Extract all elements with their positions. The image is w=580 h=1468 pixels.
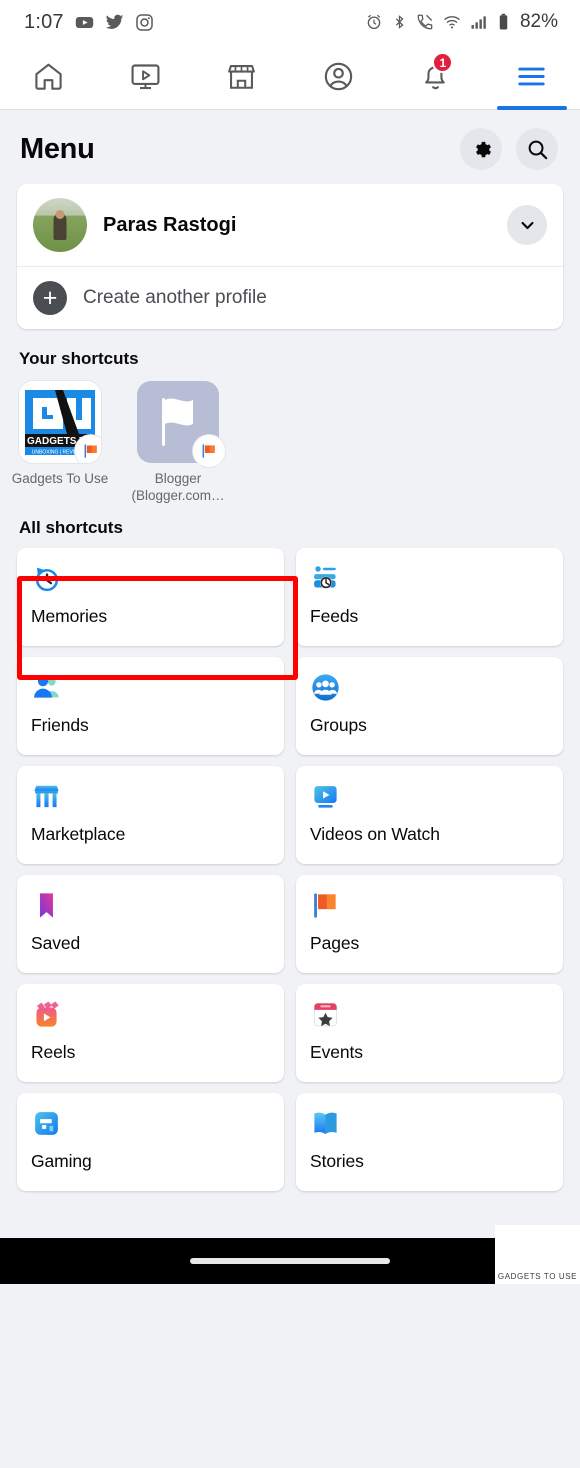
- settings-button[interactable]: [460, 128, 502, 170]
- shortcut-tile-feeds[interactable]: Feeds: [296, 548, 563, 646]
- tile-label: Videos on Watch: [310, 824, 440, 844]
- status-bar-right: 82%: [365, 11, 558, 33]
- page-flag-icon: [84, 444, 97, 458]
- create-profile-label: Create another profile: [83, 287, 267, 308]
- youtube-icon: [75, 16, 93, 28]
- battery-icon: [499, 13, 508, 30]
- tile-label: Memories: [31, 606, 108, 626]
- home-tab[interactable]: [0, 44, 97, 109]
- chevron-down-icon: [520, 221, 534, 229]
- gear-icon: [475, 141, 491, 157]
- your-shortcuts-title: Your shortcuts: [19, 349, 139, 368]
- shortcut-tile-reels[interactable]: Reels: [17, 984, 284, 1082]
- page-flag-badge: [75, 435, 101, 463]
- shortcut-tile-events[interactable]: Events: [296, 984, 563, 1082]
- watermark-text: GADGETS TO USE: [497, 1272, 578, 1281]
- tile-label: Reels: [31, 1042, 76, 1062]
- shortcut-tile-pages[interactable]: Pages: [296, 875, 563, 973]
- reels-icon: [31, 998, 270, 1030]
- person-circle-icon: [324, 62, 353, 91]
- bookmark-icon: [31, 889, 270, 921]
- bluetooth-icon: [395, 15, 404, 29]
- video-tab[interactable]: [97, 44, 194, 109]
- page-flag-icon: [202, 444, 215, 458]
- status-bar-left: 1:07: [24, 11, 154, 34]
- battery-percent: 82%: [519, 11, 558, 32]
- profile-expand-button[interactable]: [507, 205, 547, 245]
- gadgets-to-use-logo: GADGETS TO UNBOXING | REVIEWS |: [19, 381, 101, 463]
- tile-label: Stories: [310, 1151, 364, 1171]
- search-icon: [528, 140, 547, 159]
- status-bar: 1:07 82%: [0, 0, 580, 44]
- shortcut-blogger[interactable]: Blogger (Blogger.com…: [131, 381, 233, 504]
- cellular-signal-icon: [471, 16, 486, 29]
- twitter-icon: [105, 14, 123, 29]
- tile-label: Gaming: [31, 1151, 92, 1171]
- call-mute-icon: [417, 14, 433, 30]
- tile-label: Saved: [31, 933, 81, 953]
- hamburger-icon: [518, 67, 545, 86]
- pages-flag-icon: [310, 889, 549, 921]
- watermark: GADGETS TO USE: [495, 1225, 580, 1284]
- shortcut-label: Gadgets To Use: [11, 471, 109, 486]
- memories-clock-icon: [31, 562, 270, 594]
- marketplace-tab[interactable]: [193, 44, 290, 109]
- profile-row[interactable]: Paras Rastogi: [17, 184, 563, 267]
- shortcut-tile-memories[interactable]: Memories: [17, 548, 284, 646]
- store-icon: [228, 65, 256, 89]
- home-gesture-pill[interactable]: [190, 1258, 390, 1264]
- shortcut-gadgets-to-use[interactable]: GADGETS TO UNBOXING | REVIEWS | Gadgets …: [12, 381, 115, 504]
- tile-label: Feeds: [310, 606, 359, 626]
- your-shortcuts-row: GADGETS TO UNBOXING | REVIEWS | Gadgets …: [12, 381, 563, 504]
- gaming-controller-icon: [31, 1107, 270, 1139]
- header-actions: [460, 128, 558, 170]
- menu-tab[interactable]: [483, 44, 580, 110]
- stories-book-icon: [310, 1107, 549, 1139]
- alarm-icon: [367, 14, 381, 30]
- tile-label: Pages: [310, 933, 360, 953]
- all-shortcuts-grid: Memories Feeds Friends Groups Marketplac: [17, 548, 563, 1191]
- feeds-icon: [310, 562, 549, 594]
- wifi-icon: [444, 16, 460, 29]
- friends-icon: [31, 671, 270, 703]
- top-tab-bar: 1: [0, 44, 580, 110]
- create-another-profile-row[interactable]: + Create another profile: [17, 267, 563, 329]
- blogger-flag-logo: [137, 381, 225, 467]
- marketplace-icon: [31, 780, 270, 812]
- shortcut-tile-stories[interactable]: Stories: [296, 1093, 563, 1191]
- shortcut-tile-friends[interactable]: Friends: [17, 657, 284, 755]
- tile-label: Events: [310, 1042, 363, 1062]
- shortcut-tile-videos-on-watch[interactable]: Videos on Watch: [296, 766, 563, 864]
- page-title: Menu: [20, 132, 95, 165]
- all-shortcuts-title: All shortcuts: [19, 518, 123, 537]
- notifications-tab[interactable]: 1: [387, 44, 484, 109]
- plus-icon: +: [33, 281, 67, 315]
- system-navigation-bar: [0, 1238, 580, 1284]
- shortcut-label: Blogger (Blogger.com…: [131, 471, 225, 503]
- groups-icon: [310, 671, 549, 703]
- shortcut-tile-marketplace[interactable]: Marketplace: [17, 766, 284, 864]
- profile-card: Paras Rastogi + Create another profile: [17, 184, 563, 329]
- video-icon: [131, 64, 159, 90]
- instagram-icon: [135, 13, 153, 31]
- tile-label: Marketplace: [31, 824, 126, 844]
- page-flag-badge: [193, 435, 225, 467]
- shortcut-tile-gaming[interactable]: Gaming: [17, 1093, 284, 1191]
- tile-label: Groups: [310, 715, 367, 735]
- shortcut-tile-groups[interactable]: Groups: [296, 657, 563, 755]
- watch-video-icon: [310, 780, 549, 812]
- profile-tab[interactable]: [290, 44, 387, 109]
- profile-name: Paras Rastogi: [103, 213, 237, 236]
- page-header: Menu: [0, 110, 580, 184]
- events-calendar-icon: [310, 998, 549, 1030]
- avatar: [33, 198, 87, 252]
- status-time: 1:07: [24, 10, 64, 33]
- shortcut-tile-saved[interactable]: Saved: [17, 875, 284, 973]
- search-button[interactable]: [516, 128, 558, 170]
- home-icon: [35, 63, 62, 90]
- tile-label: Friends: [31, 715, 89, 735]
